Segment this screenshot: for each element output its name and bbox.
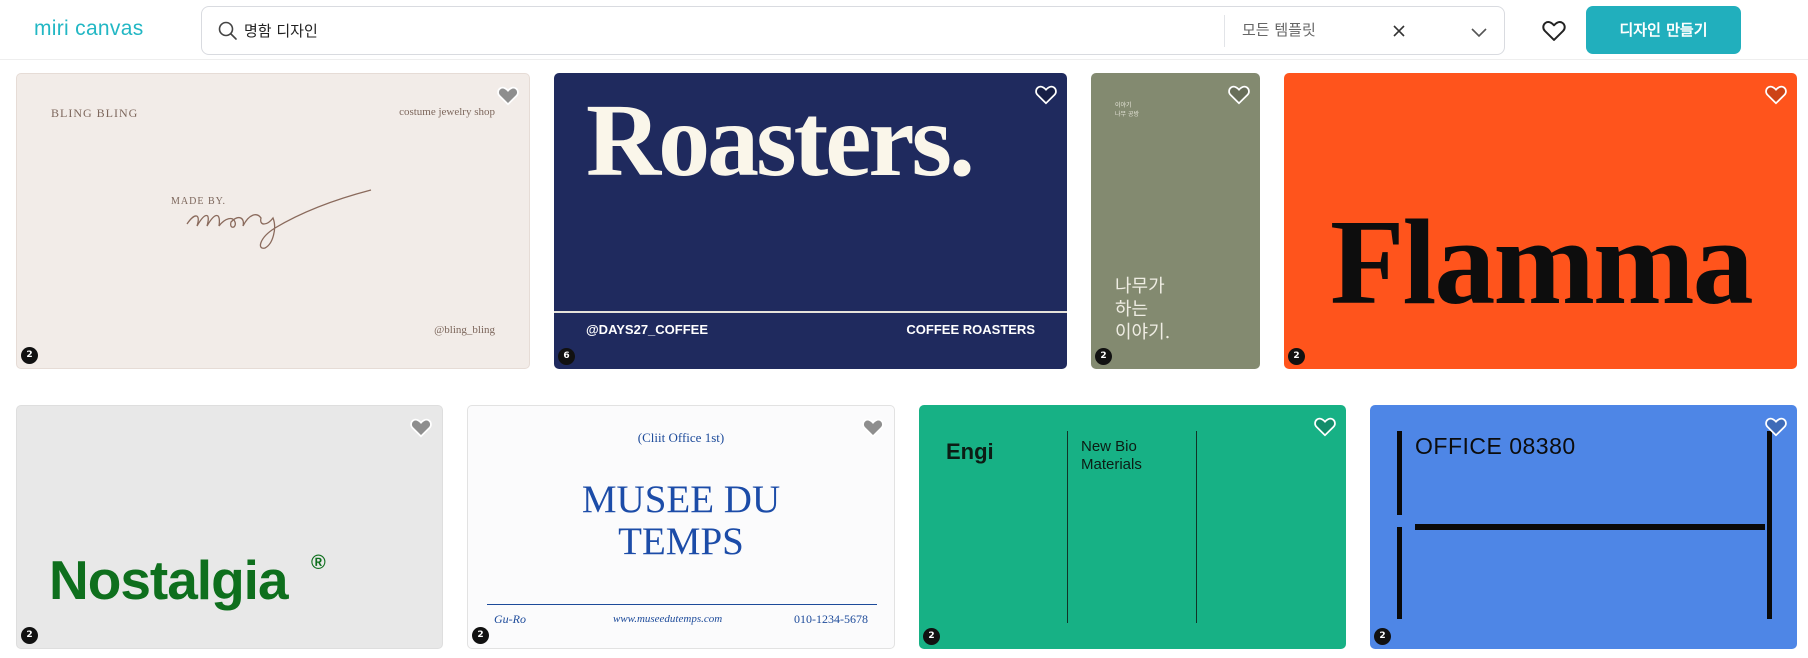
miricanvas-logo[interactable]: miri canvas bbox=[34, 17, 144, 41]
card-text: Engi bbox=[946, 439, 994, 464]
card-bar bbox=[1415, 524, 1765, 530]
clear-search-icon[interactable] bbox=[1388, 20, 1410, 42]
top-header: miri canvas 명함 디자인 모든 템플릿 디자인 만들기 bbox=[0, 0, 1808, 60]
card-text: Nostalgia bbox=[49, 549, 289, 611]
search-divider bbox=[1224, 15, 1225, 47]
page-count-badge: 2 bbox=[923, 628, 940, 645]
card-text: COFFEE ROASTERS bbox=[906, 322, 1035, 337]
card-bar-gap bbox=[1397, 515, 1402, 527]
svg-text:mery: mery bbox=[245, 232, 248, 235]
card-text: BLING BLING bbox=[51, 106, 139, 120]
heart-icon[interactable] bbox=[860, 414, 886, 440]
card-divider bbox=[554, 311, 1067, 313]
card-small-text: 이야기 나무 공방 bbox=[1115, 102, 1139, 118]
card-text: Roasters. bbox=[586, 83, 975, 198]
card-text: costume jewelry shop bbox=[399, 106, 495, 118]
card-text: @DAYS27_COFFEE bbox=[586, 322, 709, 337]
search-input[interactable]: 명함 디자인 bbox=[244, 20, 318, 41]
script-signature: mery bbox=[186, 189, 372, 249]
card-divider bbox=[487, 604, 877, 605]
favorites-heart-icon[interactable] bbox=[1540, 16, 1568, 44]
page-count-badge: 2 bbox=[21, 347, 38, 364]
template-card[interactable]: Nostalgia ® 2 bbox=[16, 405, 443, 649]
heart-icon[interactable] bbox=[495, 82, 521, 108]
search-icon bbox=[218, 21, 237, 40]
card-text: @bling_bling bbox=[434, 324, 495, 336]
create-design-button[interactable]: 디자인 만들기 bbox=[1586, 6, 1741, 54]
template-card[interactable]: (Cliit Office 1st) MUSEE DU TEMPS Gu-Ro … bbox=[467, 405, 895, 649]
card-text: New Bio Materials bbox=[1081, 438, 1142, 473]
template-card[interactable]: OFFICE 08380 2 bbox=[1370, 405, 1797, 649]
card-text: 나무가 하는 이야기. bbox=[1115, 276, 1171, 343]
card-text: MUSEE DU TEMPS bbox=[581, 478, 781, 563]
card-text: OFFICE 08380 bbox=[1415, 433, 1576, 459]
card-text: www.museedutemps.com bbox=[613, 613, 723, 625]
chevron-down-icon[interactable] bbox=[1468, 21, 1490, 43]
template-card[interactable]: Roasters. @DAYS27_COFFEE COFFEE ROASTERS… bbox=[554, 73, 1067, 369]
card-text: 010-1234-5678 bbox=[794, 612, 868, 626]
template-card[interactable]: Flamma 2 bbox=[1284, 73, 1797, 369]
page-count-badge: 2 bbox=[1288, 348, 1305, 365]
template-filter-select[interactable]: 모든 템플릿 bbox=[1242, 19, 1316, 40]
heart-icon[interactable] bbox=[408, 414, 434, 440]
page-count-badge: 6 bbox=[558, 348, 575, 365]
registered-mark: ® bbox=[311, 552, 326, 574]
heart-icon[interactable] bbox=[1763, 81, 1789, 107]
page-count-badge: 2 bbox=[1095, 348, 1112, 365]
card-bar bbox=[1767, 431, 1772, 619]
page-count-badge: 2 bbox=[472, 627, 489, 644]
page-count-badge: 2 bbox=[21, 627, 38, 644]
heart-icon[interactable] bbox=[1763, 413, 1789, 439]
heart-icon[interactable] bbox=[1033, 81, 1059, 107]
card-divider bbox=[1067, 431, 1068, 623]
card-divider bbox=[1196, 431, 1197, 623]
heart-icon[interactable] bbox=[1312, 413, 1338, 439]
card-text: (Cliit Office 1st) bbox=[637, 430, 725, 445]
card-text: Flamma bbox=[1330, 195, 1754, 330]
heart-icon[interactable] bbox=[1226, 81, 1252, 107]
search-bar[interactable]: 명함 디자인 모든 템플릿 bbox=[201, 6, 1505, 55]
page-count-badge: 2 bbox=[1374, 628, 1391, 645]
card-text: Gu-Ro bbox=[494, 612, 526, 626]
template-card[interactable]: BLING BLING costume jewelry shop MADE BY… bbox=[16, 73, 530, 369]
template-card[interactable]: Engi New Bio Materials 2 bbox=[919, 405, 1346, 649]
template-card[interactable]: 이야기 나무 공방 나무가 하는 이야기. 2 bbox=[1091, 73, 1260, 369]
